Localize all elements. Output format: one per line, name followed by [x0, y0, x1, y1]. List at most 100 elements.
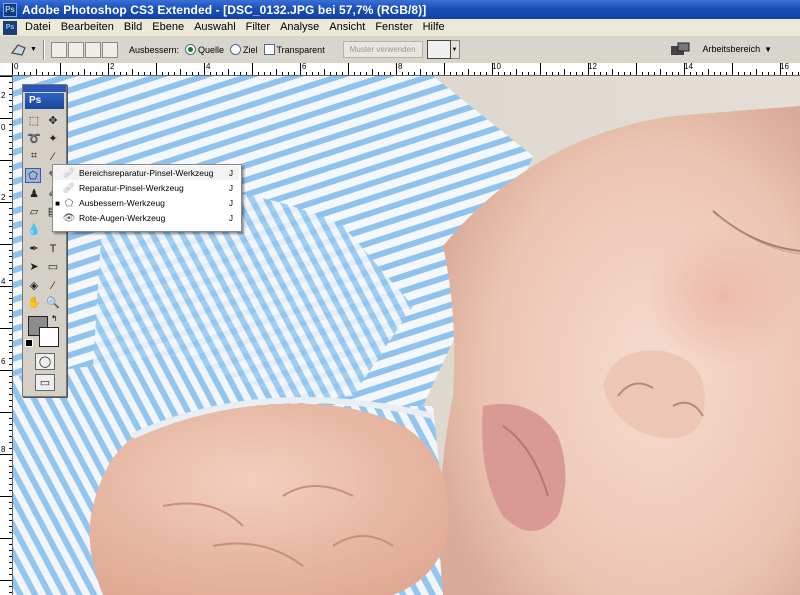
red-eye-tool-icon: 👁 — [62, 212, 76, 224]
title-bar: Ps Adobe Photoshop CS3 Extended - [DSC_0… — [0, 0, 800, 19]
document-menu-icon[interactable]: Ps — [3, 20, 17, 35]
subtract-selection-icon[interactable] — [84, 41, 101, 58]
lasso-tool-icon[interactable]: ➰ — [26, 131, 42, 146]
options-bar: ▼ Ausbessern: Quelle Ziel Transparent Mu… — [0, 36, 800, 64]
ruler-ticks — [12, 63, 799, 75]
radio-icon — [229, 44, 241, 55]
type-tool-icon[interactable]: T — [45, 241, 61, 256]
flyout-shortcut: J — [229, 183, 233, 193]
ruler-label: 8 — [398, 62, 403, 71]
vertical-ruler[interactable]: 2 0 2 4 6 8 — [0, 76, 13, 595]
menu-ebene[interactable]: Ebene — [147, 19, 189, 36]
blur-tool-icon[interactable]: 💧 — [26, 222, 42, 237]
magic-wand-tool-icon[interactable]: ✦ — [45, 131, 61, 146]
flyout-shortcut: J — [229, 168, 233, 178]
ruler-ticks — [0, 76, 12, 593]
photoshop-app-icon: Ps — [3, 2, 17, 17]
pattern-swatch[interactable] — [426, 40, 451, 59]
healing-brush-icon: 🩹 — [62, 182, 76, 194]
flyout-item-healing-brush[interactable]: 🩹 Reparatur-Pinsel-Werkzeug J — [53, 181, 239, 195]
chevron-down-icon: ▼ — [764, 44, 772, 54]
flyout-shortcut: J — [229, 198, 233, 208]
options-divider — [42, 39, 45, 60]
selected-bullet-icon: ■ — [55, 198, 60, 208]
flyout-item-label: Bereichsreparatur-Pinsel-Werkzeug — [79, 168, 214, 178]
menu-datei[interactable]: Datei — [20, 19, 56, 36]
window-title: Adobe Photoshop CS3 Extended - [DSC_0132… — [22, 2, 427, 17]
tools-panel: Ps ⬚ ✥ ➰ ✦ ⌗ ⁄ ⬠ ✎ ♟ ✐ ▱ ▤ 💧 ◔ ✒ T ➤ ▭ ◈… — [22, 84, 67, 397]
add-to-selection-icon[interactable] — [67, 41, 84, 58]
use-pattern-button[interactable]: Muster verwenden — [342, 41, 423, 58]
slice-tool-icon[interactable]: ⁄ — [45, 149, 61, 164]
background-color-swatch[interactable] — [39, 327, 59, 347]
menu-auswahl[interactable]: Auswahl — [189, 19, 241, 36]
move-tool-icon[interactable]: ✥ — [45, 113, 61, 128]
horizontal-ruler[interactable]: 0 2 4 6 8 10 12 14 16 — [12, 63, 800, 76]
photoshop-logo[interactable]: Ps — [25, 93, 64, 109]
zoom-tool-icon[interactable]: 🔍 — [45, 295, 61, 310]
ruler-label: 4 — [1, 277, 6, 286]
crop-tool-icon[interactable]: ⌗ — [26, 149, 42, 164]
ruler-label: 8 — [1, 445, 6, 454]
menu-analyse[interactable]: Analyse — [275, 19, 324, 36]
ruler-label: 2 — [1, 193, 6, 202]
quick-mask-icon[interactable]: ◯ — [35, 353, 55, 370]
chevron-down-icon: ▼ — [30, 46, 37, 53]
new-selection-icon[interactable] — [50, 41, 67, 58]
source-radio[interactable]: Quelle — [184, 44, 224, 55]
pen-tool-icon[interactable]: ✒ — [26, 241, 42, 256]
target-radio[interactable]: Ziel — [229, 44, 258, 55]
flyout-item-label: Rote-Augen-Werkzeug — [79, 213, 166, 223]
ruler-label: 14 — [684, 62, 693, 71]
marquee-tool-icon[interactable]: ⬚ — [26, 113, 42, 128]
workspace-label: Arbeitsbereich — [702, 44, 761, 54]
source-radio-label: Quelle — [197, 44, 224, 55]
ruler-label: 2 — [110, 62, 115, 71]
pattern-dropdown-arrow[interactable]: ▼ — [450, 40, 460, 59]
ruler-label: 6 — [302, 62, 307, 71]
menu-bild[interactable]: Bild — [119, 19, 147, 36]
eraser-tool-icon[interactable]: ▱ — [26, 204, 42, 219]
palette-well-icon — [670, 42, 690, 55]
clone-stamp-tool-icon[interactable]: ♟ — [26, 186, 42, 201]
spot-healing-brush-icon: 🩹 — [62, 167, 76, 179]
ruler-label: 0 — [1, 123, 6, 132]
default-colors-icon[interactable] — [25, 339, 33, 347]
flyout-item-red-eye-tool[interactable]: 👁 Rote-Augen-Werkzeug J — [53, 211, 239, 225]
ruler-label: 4 — [206, 62, 211, 71]
flyout-shortcut: J — [229, 213, 233, 223]
flyout-item-label: Ausbessern-Werkzeug — [79, 198, 165, 208]
menu-bar: Ps Datei Bearbeiten Bild Ebene Auswahl F… — [0, 19, 800, 37]
menu-hilfe[interactable]: Hilfe — [418, 19, 450, 36]
target-radio-label: Ziel — [242, 44, 258, 55]
ruler-label: 16 — [780, 62, 789, 71]
menu-fenster[interactable]: Fenster — [370, 19, 417, 36]
tool-preset-picker[interactable]: ▼ — [8, 41, 37, 59]
flyout-item-patch-tool[interactable]: ■ ⬠ Ausbessern-Werkzeug J — [53, 196, 239, 210]
menu-filter[interactable]: Filter — [241, 19, 275, 36]
eyedropper-tool-icon[interactable]: ⁄ — [45, 278, 61, 293]
workspace-menu[interactable]: Arbeitsbereich ▼ — [669, 41, 772, 57]
rectangle-tool-icon[interactable]: ▭ — [45, 259, 61, 274]
hand-tool-icon[interactable]: ✋ — [26, 295, 42, 310]
tools-panel-header[interactable] — [23, 85, 66, 92]
menu-ansicht[interactable]: Ansicht — [324, 19, 370, 36]
document-canvas[interactable] — [13, 76, 800, 595]
baby-photo — [13, 76, 800, 595]
3d-rotate-tool-icon[interactable]: ◈ — [26, 278, 42, 293]
screen-mode-icon[interactable]: ▭ — [35, 374, 55, 391]
menu-bearbeiten[interactable]: Bearbeiten — [56, 19, 119, 36]
transparent-checkbox[interactable]: Transparent — [263, 44, 325, 55]
ruler-label: 0 — [14, 62, 19, 71]
patch-mode-label: Ausbessern: — [128, 44, 179, 55]
ruler-label: 6 — [1, 357, 6, 366]
patch-tool-icon[interactable]: ⬠ — [25, 168, 41, 183]
path-selection-tool-icon[interactable]: ➤ — [26, 259, 42, 274]
swap-colors-icon[interactable]: ↰ — [51, 314, 58, 323]
checkbox-icon — [263, 44, 275, 55]
flyout-item-spot-healing-brush[interactable]: 🩹 Bereichsreparatur-Pinsel-Werkzeug J — [53, 166, 239, 180]
radio-icon — [184, 44, 196, 55]
intersect-selection-icon[interactable] — [101, 41, 118, 58]
transparent-label: Transparent — [276, 44, 325, 55]
ruler-label: 2 — [1, 91, 6, 100]
